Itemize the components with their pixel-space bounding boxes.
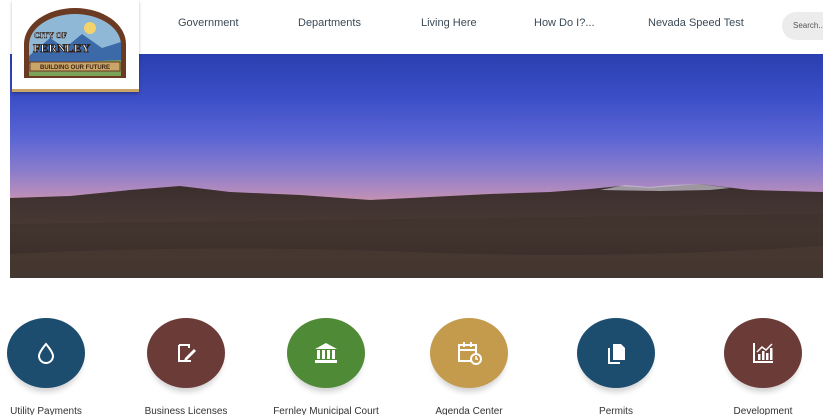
nav-item-government[interactable]: Government [178, 17, 239, 29]
quick-link-agenda-center[interactable]: Agenda Center [394, 318, 544, 415]
city-seal-logo: CITY OF FERNLEY BUILDING OUR FUTURE [24, 8, 126, 78]
quick-link-label: Utility Payments [10, 406, 82, 415]
logo-name-text: FERNLEY [33, 41, 91, 55]
quick-link-circle[interactable] [287, 318, 365, 388]
quick-link-label: Development [733, 406, 793, 415]
logo-top-text: CITY OF [34, 31, 67, 40]
calendar-clock-icon [458, 342, 482, 365]
edit-document-icon [178, 344, 196, 362]
quick-link-utility-payments[interactable]: Utility Payments [0, 318, 121, 415]
quick-link-circle[interactable] [724, 318, 802, 388]
documents-icon [608, 344, 625, 364]
courthouse-icon [315, 343, 337, 363]
search-input[interactable]: Search... [782, 12, 823, 40]
quick-link-permits[interactable]: Permits [541, 318, 691, 415]
nav-item-nevada-speed-test[interactable]: Nevada Speed Test [648, 17, 744, 29]
quick-link-fernley-municipal-court[interactable]: Fernley Municipal Court [251, 318, 401, 415]
water-drop-icon [37, 342, 55, 364]
quick-link-circle[interactable] [147, 318, 225, 388]
chart-icon [753, 343, 773, 363]
quick-link-circle[interactable] [577, 318, 655, 388]
nav-item-how-do-i[interactable]: How Do I?... [534, 17, 595, 29]
site-logo[interactable]: CITY OF FERNLEY BUILDING OUR FUTURE [12, 0, 139, 92]
quick-link-label: Agenda Center [435, 406, 503, 415]
quick-link-circle[interactable] [7, 318, 85, 388]
quick-link-business-licenses[interactable]: Business Licenses [111, 318, 261, 415]
quick-link-circle[interactable] [430, 318, 508, 388]
quick-link-label: Business Licenses [144, 406, 228, 415]
quick-link-development[interactable]: Development [688, 318, 823, 415]
nav-item-living-here[interactable]: Living Here [421, 17, 477, 29]
quick-link-label: Fernley Municipal Court [273, 406, 379, 415]
nav-item-departments[interactable]: Departments [298, 17, 361, 29]
quick-link-label: Permits [599, 406, 633, 415]
logo-banner-text: BUILDING OUR FUTURE [40, 65, 110, 71]
